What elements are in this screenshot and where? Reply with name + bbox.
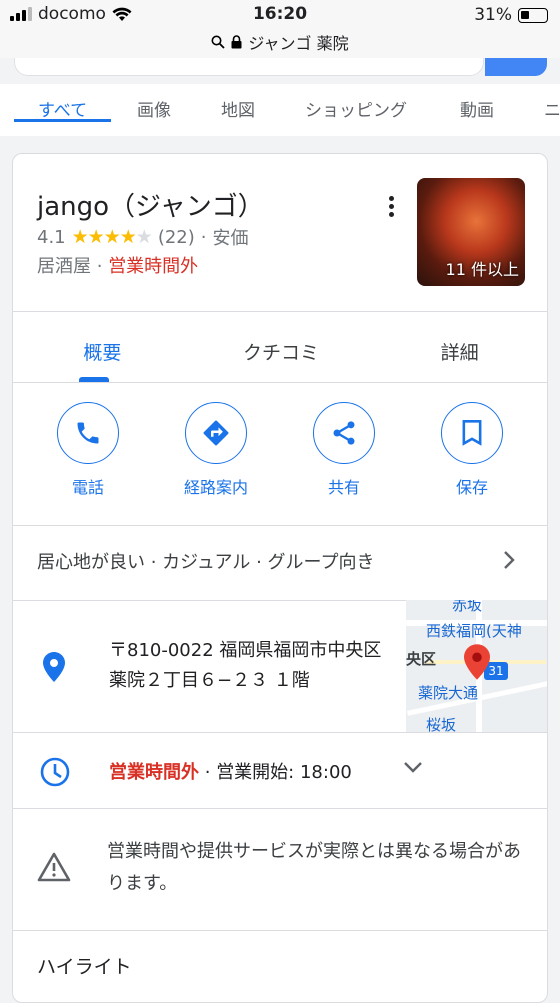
location-pin-icon <box>43 652 65 682</box>
map-label-line: 西鉄福岡(天神 <box>426 622 522 640</box>
review-count[interactable]: (22) <box>158 227 195 248</box>
battery-percent: 31% <box>474 5 512 25</box>
map-label-station: 薬院大通 <box>418 684 479 702</box>
notice-text: 営業時間や提供サービスが実際とは異なる場合があります。 <box>107 841 521 894</box>
address-row[interactable]: 〒810-0022 福岡県福岡市中央区薬院２丁目６−２３ １階 赤坂 西鉄福岡(… <box>13 600 547 732</box>
share-label: 共有 <box>327 478 360 497</box>
business-photo[interactable]: 11 件以上 <box>417 178 525 286</box>
phone-icon <box>77 422 99 444</box>
chevron-right-icon <box>504 551 515 569</box>
price-level: 安価 <box>212 228 249 249</box>
save-button[interactable]: 保存 <box>417 402 527 498</box>
separator: · <box>200 226 207 248</box>
tab-reviews[interactable]: クチコミ <box>192 312 371 382</box>
map-label-top: 赤坂 <box>452 600 483 614</box>
photo-count: 11 件以上 <box>445 260 519 279</box>
status-bar: docomo 16:20 31% ジャンゴ 薬院 <box>0 0 560 58</box>
chevron-down-icon[interactable] <box>403 760 423 774</box>
action-buttons: 電話 経路案内 共有 保存 <box>13 402 547 502</box>
card-tabs: 概要 クチコミ 詳細 <box>13 312 547 382</box>
directions-button[interactable]: 経路案内 <box>161 402 271 498</box>
tab-images[interactable]: 画像 <box>137 84 171 121</box>
map-label-district: 央区 <box>406 650 437 668</box>
more-options-icon[interactable] <box>389 196 395 220</box>
directions-label: 経路案内 <box>183 478 248 497</box>
map-marker-icon <box>464 644 490 680</box>
save-label: 保存 <box>455 478 488 497</box>
clock-icon <box>40 757 70 787</box>
address-bar[interactable]: ジャンゴ 薬院 <box>0 30 560 54</box>
tab-news[interactable]: ニ <box>544 84 560 121</box>
attributes-text: 居心地が良い · カジュアル · グループ向き <box>37 552 375 573</box>
search-icon <box>211 35 225 49</box>
star-rating-icon: ★★★★★ <box>71 226 153 248</box>
hours-text: 営業時間外 · 営業開始: 18:00 <box>109 758 352 784</box>
search-input[interactable] <box>14 58 484 76</box>
lock-icon <box>231 35 242 49</box>
separator: · <box>96 256 109 277</box>
attributes-row[interactable]: 居心地が良い · カジュアル · グループ向き <box>13 526 547 600</box>
tab-videos[interactable]: 動画 <box>460 84 494 121</box>
map-label-bottom: 桜坂 <box>426 716 457 732</box>
warning-icon <box>37 852 71 882</box>
business-card: jango（ジャンゴ） 4.1 ★★★★★ (22) · 安価 居酒屋 · 営業… <box>12 153 548 1003</box>
url-text: ジャンゴ 薬院 <box>248 34 349 53</box>
battery-status: 31% <box>474 5 548 25</box>
rating-line: 4.1 ★★★★★ (22) · 安価 <box>37 224 249 250</box>
directions-icon <box>203 420 229 446</box>
search-tabs: すべて 画像 地図 ショッピング 動画 ニ <box>0 84 560 136</box>
address-text: 〒810-0022 福岡県福岡市中央区薬院２丁目６−２３ １階 <box>109 640 382 691</box>
battery-icon <box>518 7 548 23</box>
tab-shopping[interactable]: ショッピング <box>305 84 407 121</box>
tab-details[interactable]: 詳細 <box>370 312 547 382</box>
highlights-heading: ハイライト <box>37 956 132 978</box>
search-button[interactable] <box>485 58 547 76</box>
call-button[interactable]: 電話 <box>33 402 143 498</box>
open-status: 営業時間外 <box>108 256 199 277</box>
separator: · <box>204 762 217 783</box>
opening-time: 営業開始: 18:00 <box>216 762 352 783</box>
share-button[interactable]: 共有 <box>289 402 399 498</box>
tab-all[interactable]: すべて <box>13 84 112 122</box>
tab-overview[interactable]: 概要 <box>13 312 192 382</box>
divider <box>13 382 547 383</box>
hours-row[interactable]: 営業時間外 · 営業開始: 18:00 <box>13 732 547 808</box>
rating-value: 4.1 <box>37 226 66 248</box>
hours-status: 営業時間外 <box>109 762 199 783</box>
share-icon <box>333 421 355 445</box>
call-label: 電話 <box>71 478 104 497</box>
bookmark-icon <box>462 420 482 446</box>
map-thumbnail[interactable]: 赤坂 西鉄福岡(天神 央区 薬院大通 31 桜坂 <box>406 600 547 732</box>
category: 居酒屋 <box>37 256 91 277</box>
notice-row: 営業時間や提供サービスが実際とは異なる場合があります。 <box>13 808 547 930</box>
category-line: 居酒屋 · 営業時間外 <box>37 252 198 278</box>
business-name: jango（ジャンゴ） <box>37 192 264 222</box>
tab-maps[interactable]: 地図 <box>221 84 255 121</box>
